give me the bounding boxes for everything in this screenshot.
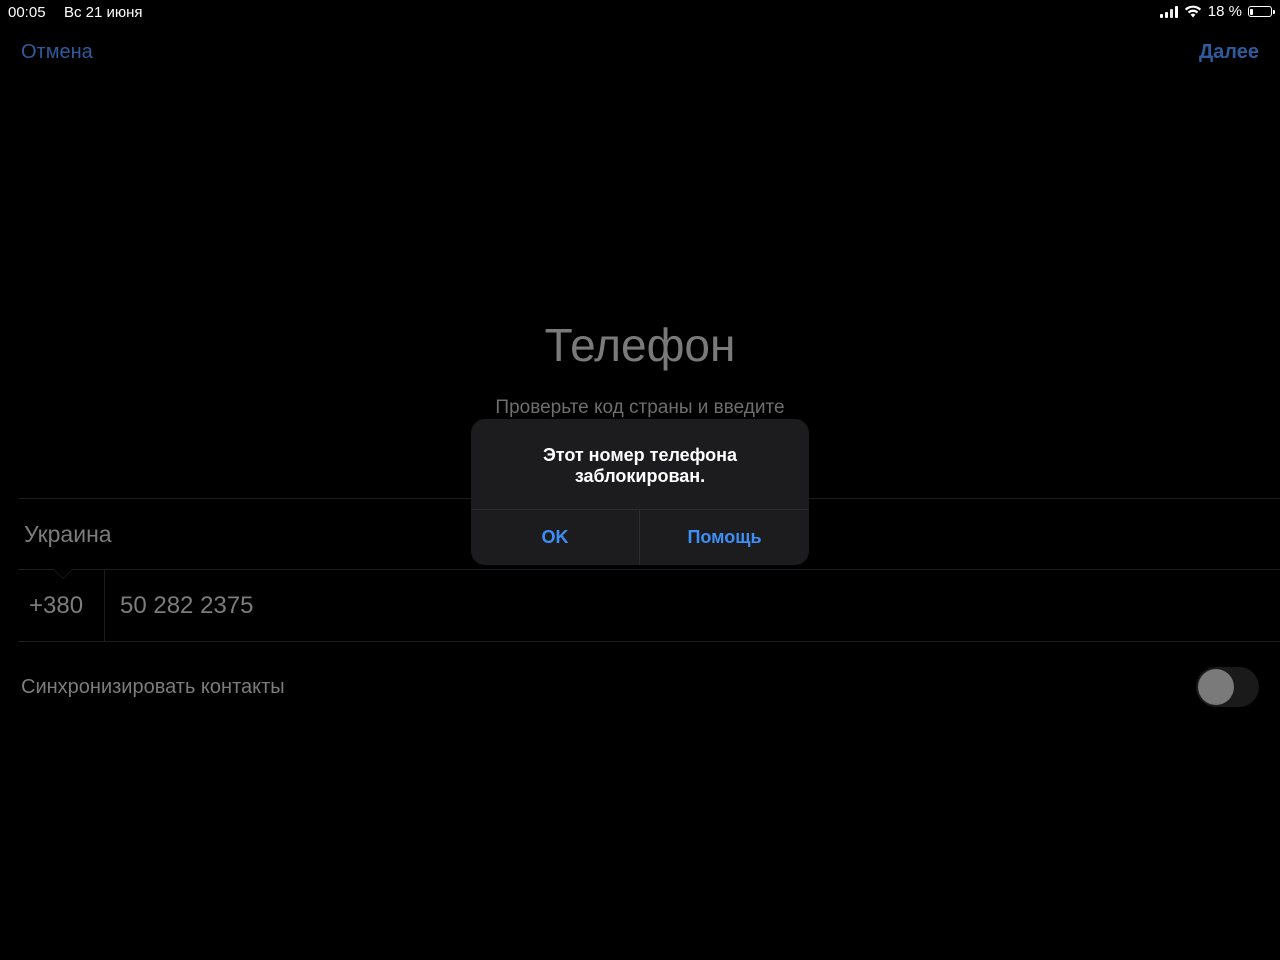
next-button[interactable]: Далее — [1199, 41, 1259, 64]
divider — [18, 569, 1280, 570]
battery-icon — [1248, 6, 1275, 17]
wifi-icon — [1184, 5, 1202, 18]
page-subtitle: Проверьте код страны и введите — [495, 397, 785, 418]
cancel-button[interactable]: Отмена — [21, 41, 93, 64]
toggle-knob — [1198, 669, 1234, 705]
country-code-field[interactable]: +380 — [29, 592, 83, 620]
battery-percent: 18 % — [1207, 3, 1242, 20]
alert-message-line: заблокирован. — [574, 466, 706, 486]
status-date: Вс 21 июня — [64, 4, 143, 21]
status-indicators: 18 % — [1159, 3, 1275, 20]
country-pointer-fill — [54, 569, 72, 578]
alert-message-line: Этот номер телефона — [542, 445, 738, 465]
alert-ok-button[interactable]: OK — [471, 510, 639, 565]
country-selector[interactable]: Украина — [24, 521, 112, 548]
code-divider — [104, 570, 105, 642]
battery-level-fill — [1250, 8, 1253, 15]
sync-contacts-toggle[interactable] — [1196, 667, 1259, 707]
cellular-signal-icon — [1159, 5, 1178, 18]
status-bar: 00:05 Вс 21 июня 18 % — [0, 0, 1280, 26]
phone-number-input[interactable] — [120, 592, 720, 620]
sync-contacts-label: Синхронизировать контакты — [21, 676, 285, 698]
alert-message: Этот номер телефона заблокирован. — [491, 445, 789, 487]
page-title: Телефон — [544, 319, 736, 371]
status-time: 00:05 — [8, 4, 46, 21]
divider — [18, 641, 1280, 642]
phone-login-screen: 00:05 Вс 21 июня 18 % Отмена Далее Телеф… — [0, 0, 1280, 960]
alert-dialog: Этот номер телефона заблокирован. OK Пом… — [471, 419, 809, 565]
alert-help-button[interactable]: Помощь — [640, 510, 809, 565]
